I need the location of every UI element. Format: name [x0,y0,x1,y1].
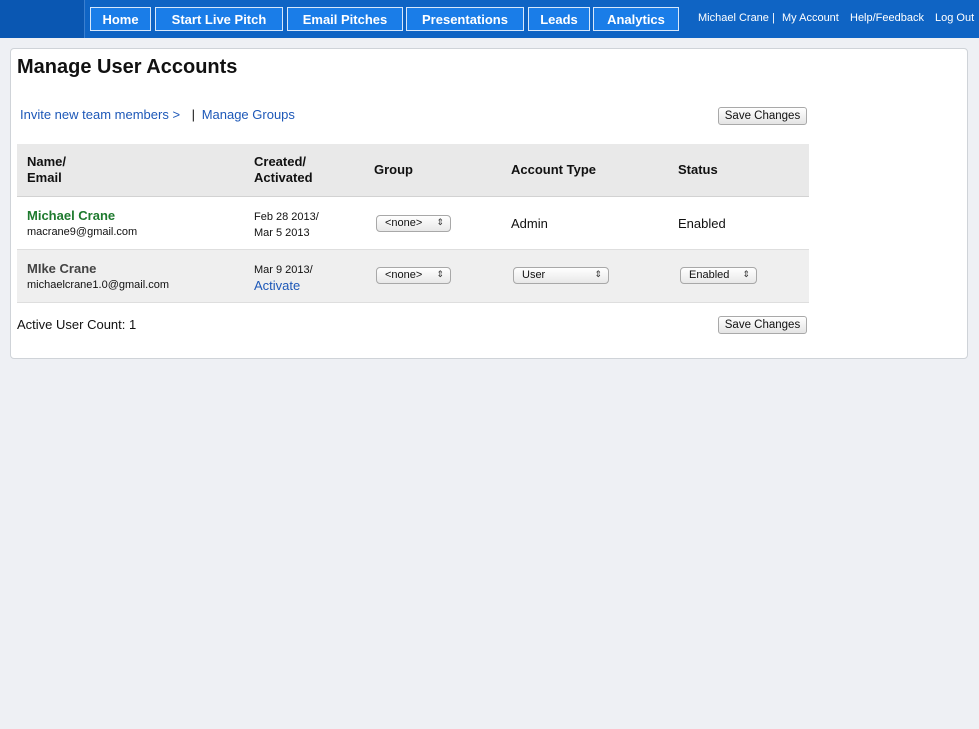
table-row: MIke Crane michaelcrane1.0@gmail.com Mar… [17,250,809,303]
user-email: macrane9@gmail.com [27,226,138,238]
group-select-value: <none> [385,217,423,229]
save-changes-button-top[interactable]: Save Changes [718,107,807,125]
help-feedback-link[interactable]: Help/Feedback [850,12,924,24]
activated-date: Mar 5 2013 [254,227,310,239]
user-dates: Feb 28 2013/ Mar 5 2013 [254,209,319,241]
updown-arrows-icon: ⇕ [594,269,602,279]
nav-presentations-button[interactable]: Presentations [406,7,524,31]
account-type-value: Admin [511,216,548,231]
header-email-line2: Email [27,170,62,185]
manage-groups-link[interactable]: Manage Groups [202,107,295,122]
nav-analytics-button[interactable]: Analytics [593,7,679,31]
updown-arrows-icon: ⇕ [436,217,444,227]
page-title: Manage User Accounts [17,56,238,78]
links-separator: | [191,107,196,122]
header-created-line1: Created/ [254,154,307,169]
user-name: MIke Crane [27,261,97,276]
group-select[interactable]: <none> ⇕ [376,215,451,232]
action-links: Invite new team members > | Manage Group… [20,107,295,122]
active-user-count: Active User Count: 1 [17,317,137,332]
header-name-line1: Name/ [27,154,67,169]
updown-arrows-icon: ⇕ [742,269,750,279]
status-select[interactable]: Enabled ⇕ [680,267,757,284]
activate-link[interactable]: Activate [254,278,313,294]
manage-users-panel: Manage User Accounts Invite new team mem… [10,48,968,359]
header-activated-line2: Activated [254,170,313,185]
logout-link[interactable]: Log Out [935,12,974,24]
user-dates: Mar 9 2013/ Activate [254,262,313,294]
group-select[interactable]: <none> ⇕ [376,267,451,284]
header-status: Status [678,162,718,177]
account-type-select[interactable]: User ⇕ [513,267,609,284]
user-separator: | [772,12,775,24]
header-name: Name/ Email [27,154,66,186]
header-account-type: Account Type [511,162,596,177]
nav-start-live-pitch-button[interactable]: Start Live Pitch [155,7,283,31]
top-nav-bar: Home Start Live Pitch Email Pitches Pres… [0,0,979,38]
header-created: Created/ Activated [254,154,313,186]
my-account-link[interactable]: My Account [782,12,839,24]
account-type-select-value: User [522,269,546,281]
logo-area [0,0,85,38]
status-select-value: Enabled [689,269,730,281]
save-changes-button-bottom[interactable]: Save Changes [718,316,807,334]
nav-home-button[interactable]: Home [90,7,151,31]
nav-email-pitches-button[interactable]: Email Pitches [287,7,403,31]
user-name: Michael Crane [698,12,769,24]
created-date: Feb 28 2013/ [254,211,319,223]
user-email: michaelcrane1.0@gmail.com [27,279,170,291]
status-value: Enabled [678,216,726,231]
user-name: Michael Crane [27,208,116,223]
table-row: Michael Crane macrane9@gmail.com Feb 28 … [17,197,809,250]
nav-leads-button[interactable]: Leads [528,7,590,31]
group-select-value: <none> [385,269,423,281]
created-date: Mar 9 2013/ [254,264,313,276]
updown-arrows-icon: ⇕ [436,269,444,279]
header-group: Group [374,162,413,177]
table-header: Name/ Email Created/ Activated Group Acc… [17,144,809,197]
invite-members-link[interactable]: Invite new team members > [20,107,180,122]
